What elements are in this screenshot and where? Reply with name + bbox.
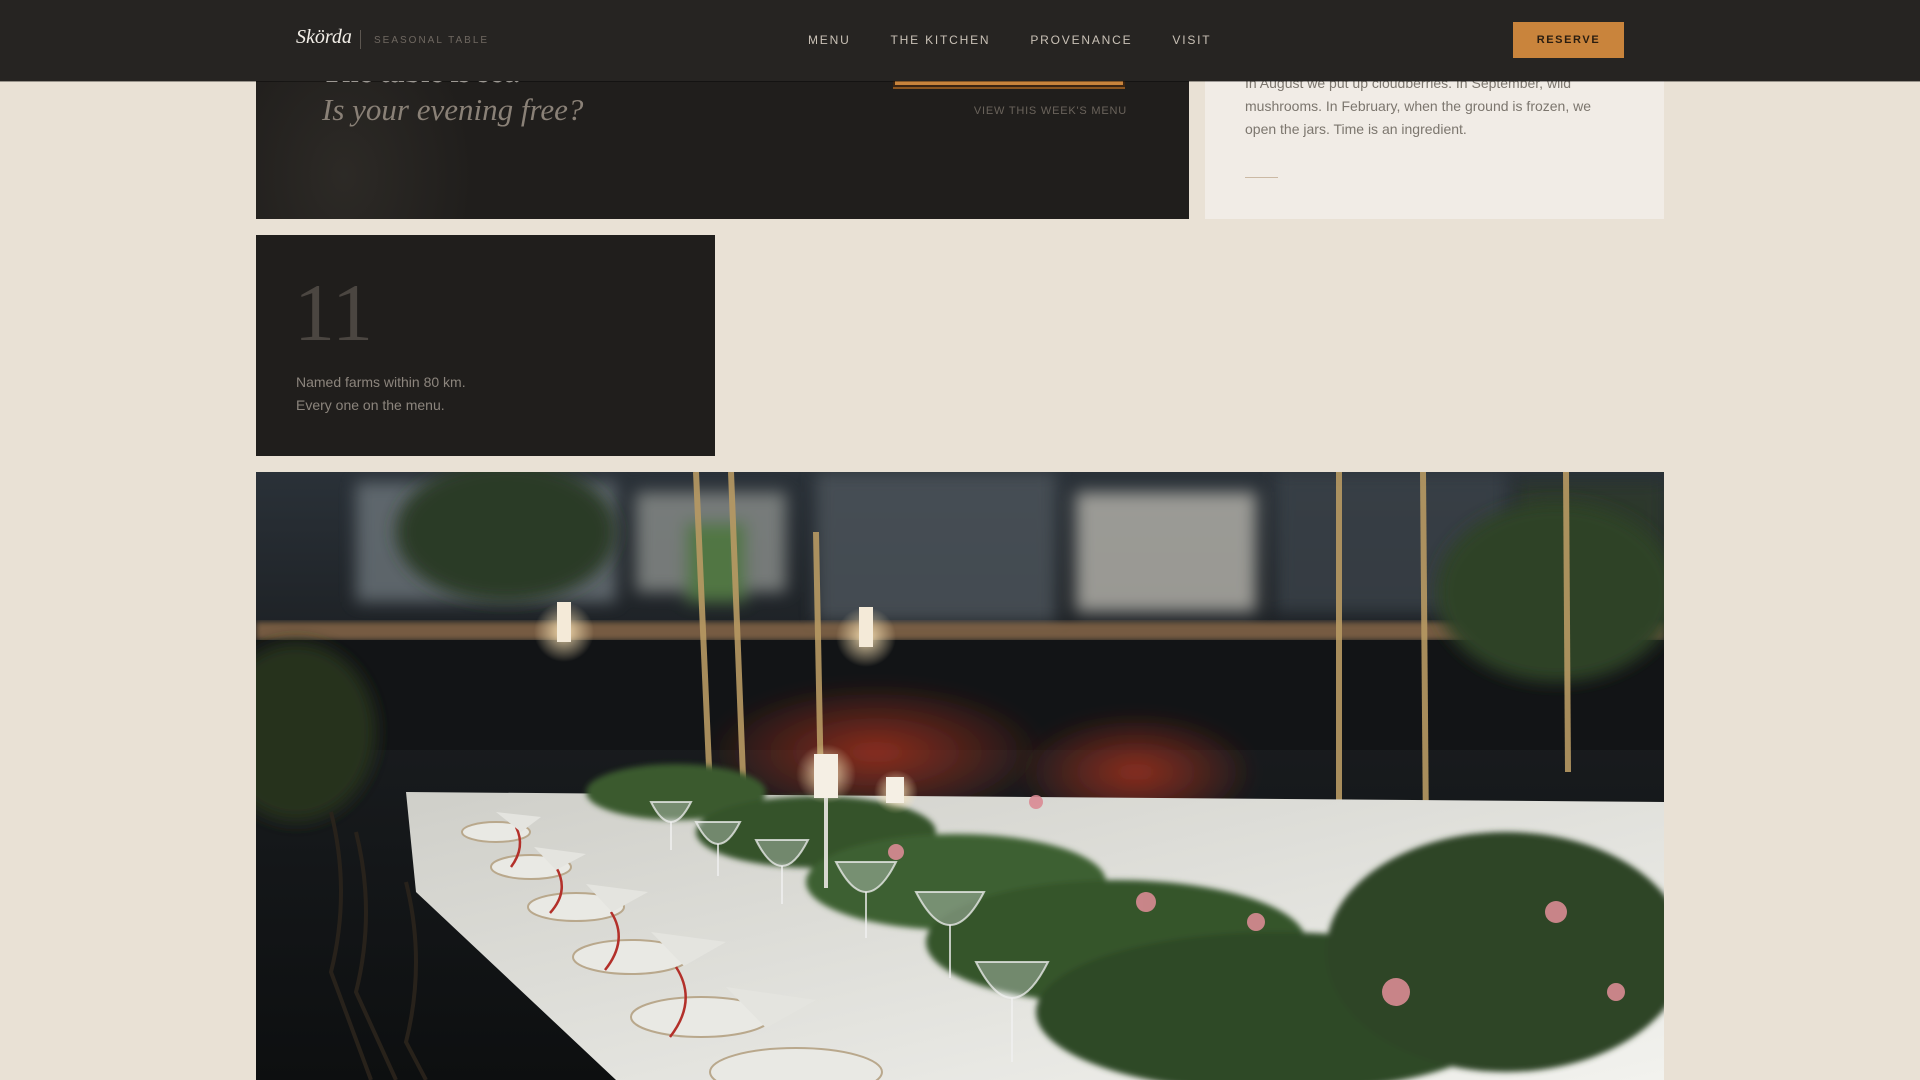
story-text: In August we put up cloudberries. In Sep… xyxy=(1245,75,1592,137)
site-header: Skörda SEASONAL TABLE MENU THE KITCHEN P… xyxy=(0,0,1920,81)
main-nav: MENU THE KITCHEN PROVENANCE VISIT xyxy=(808,33,1211,47)
nav-item-visit[interactable]: VISIT xyxy=(1172,33,1211,47)
nav-item-provenance[interactable]: PROVENANCE xyxy=(1030,33,1132,47)
nav-item-menu[interactable]: MENU xyxy=(808,33,851,47)
nav-item-the-kitchen[interactable]: THE KITCHEN xyxy=(891,33,991,47)
stat-caption-line-2: Every one on the menu. xyxy=(296,397,445,413)
view-menu-link[interactable]: VIEW THIS WEEK'S MENU xyxy=(974,105,1127,117)
farms-stat-card: 11 Named farms within 80 km. Every one o… xyxy=(256,235,715,456)
cta-subheading: Is your evening free? xyxy=(322,92,584,127)
banquet-table-illustration xyxy=(256,472,1664,1080)
brand-logo[interactable]: Skörda xyxy=(296,26,352,49)
story-divider xyxy=(1245,177,1278,178)
stat-caption-line-1: Named farms within 80 km. xyxy=(296,374,466,390)
brand-divider xyxy=(360,30,361,49)
reserve-button[interactable]: RESERVE xyxy=(1513,22,1624,58)
stat-number: 11 xyxy=(294,267,373,358)
banquet-table-photo xyxy=(256,472,1664,1080)
stat-caption: Named farms within 80 km. Every one on t… xyxy=(296,371,596,417)
brand-tagline: SEASONAL TABLE xyxy=(374,35,490,46)
